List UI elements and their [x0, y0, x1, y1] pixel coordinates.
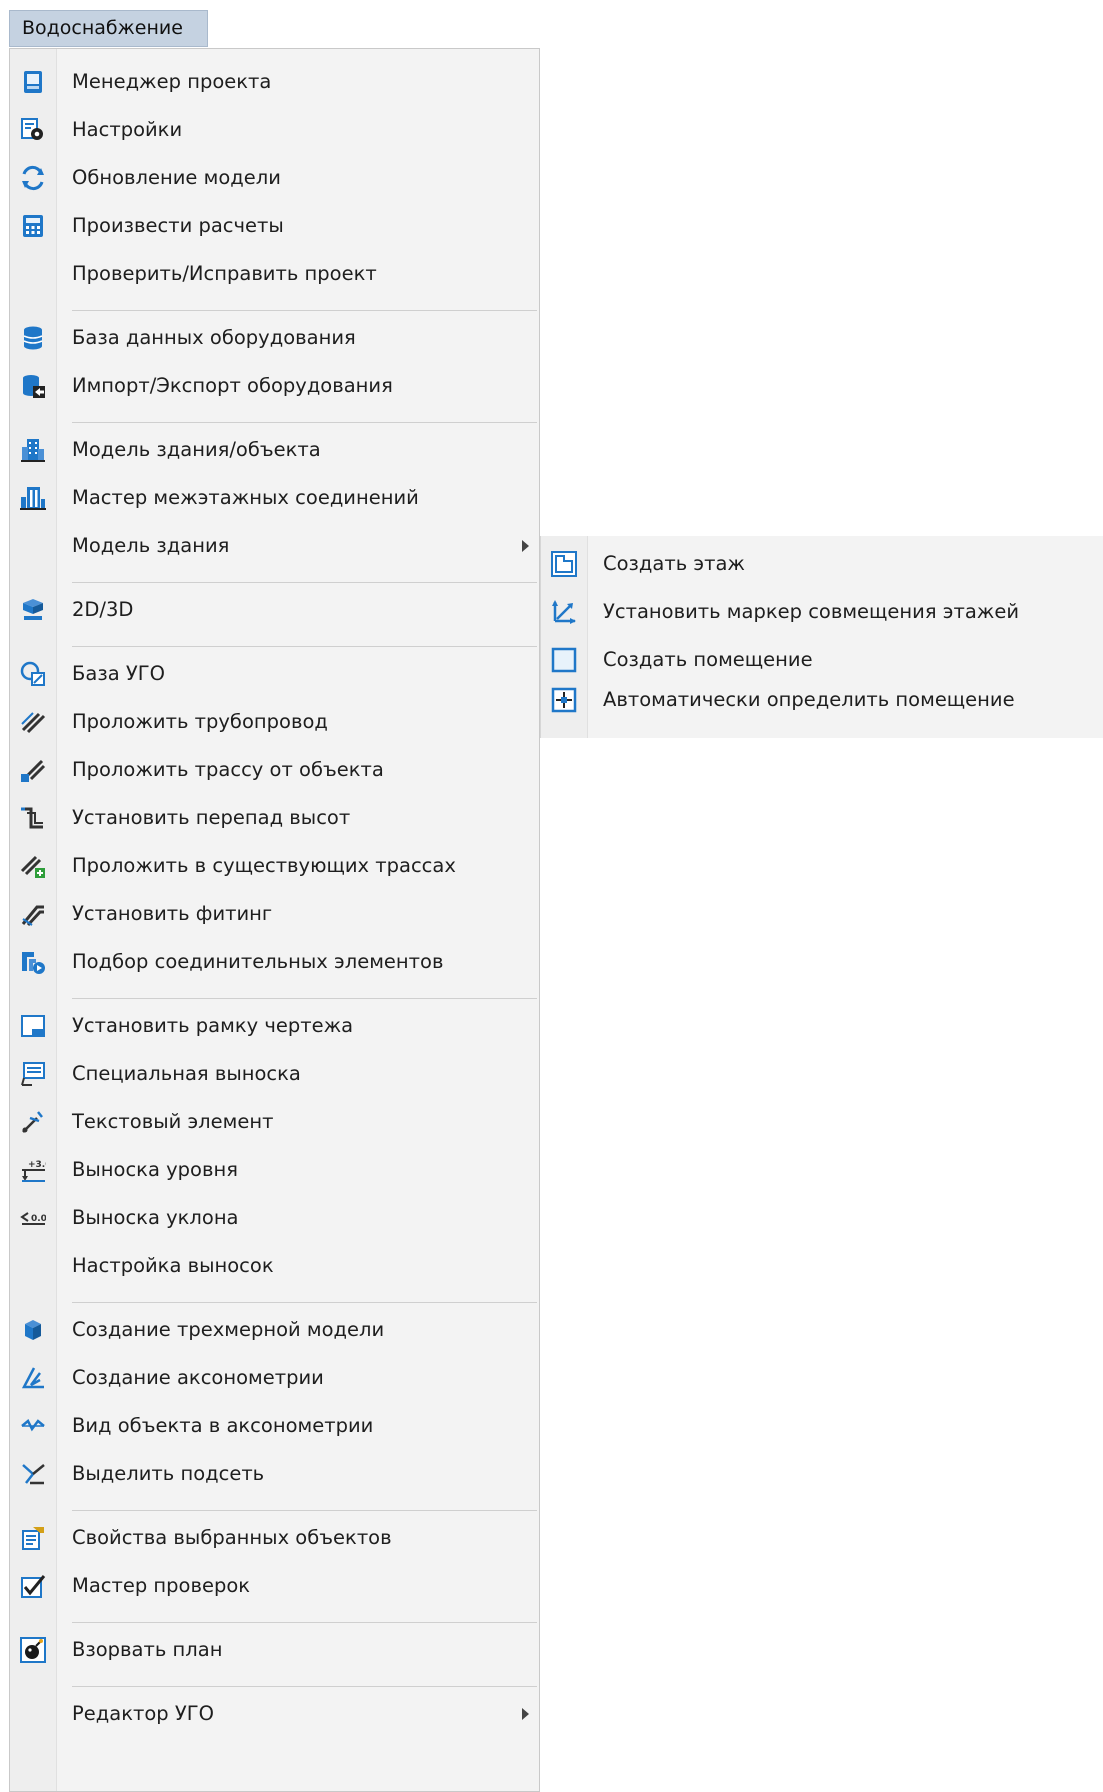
- calculator-icon: [20, 213, 46, 239]
- route-existing-icon: [20, 853, 46, 879]
- menu-item-symbol-library[interactable]: База УГО: [10, 650, 539, 698]
- menu-item-equipment-database[interactable]: База данных оборудования: [10, 314, 539, 362]
- axonometry-icon: [20, 1365, 46, 1391]
- menu-item-callout-settings[interactable]: Настройка выносок: [10, 1242, 539, 1290]
- interfloor-connections-icon: [20, 485, 46, 511]
- fitting-icon: [20, 901, 46, 927]
- route-from-object-icon: [20, 757, 46, 783]
- slope-callout-icon: 0.0: [20, 1205, 46, 1231]
- menu-item-interfloor-wizard[interactable]: Мастер межэтажных соединений: [10, 474, 539, 522]
- menu-item-axonometry-view[interactable]: Вид объекта в аксонометрии: [10, 1402, 539, 1450]
- auto-detect-room-icon: [551, 687, 577, 713]
- text-element-icon: [20, 1109, 46, 1135]
- 2d-3d-icon: [20, 597, 46, 623]
- model-refresh-icon: [20, 165, 46, 191]
- svg-text:+3.0: +3.0: [28, 1160, 46, 1170]
- database-icon: [20, 325, 46, 351]
- menu-item-text-element[interactable]: Текстовый элемент: [10, 1098, 539, 1146]
- menu-item-settings[interactable]: Настройки: [10, 106, 539, 154]
- menu-separator: [72, 646, 537, 647]
- menu-item-calculations[interactable]: Произвести расчеты: [10, 202, 539, 250]
- menu-item-slope-callout[interactable]: 0.0 Выноска уклона: [10, 1194, 539, 1242]
- menu-item-height-drop[interactable]: Установить перепад высот: [10, 794, 539, 842]
- level-callout-icon: +3.0: [20, 1157, 46, 1183]
- menu-item-route-from-object[interactable]: Проложить трассу от объекта: [10, 746, 539, 794]
- menu-item-object-properties[interactable]: Свойства выбранных объектов: [10, 1514, 539, 1562]
- menu-item-equipment-import-export[interactable]: Импорт/Экспорт оборудования: [10, 362, 539, 410]
- menu-item-building-object-model[interactable]: Модель здания/объекта: [10, 426, 539, 474]
- 3d-model-icon: [20, 1317, 46, 1343]
- menu-item-level-callout[interactable]: +3.0 Выноска уровня: [10, 1146, 539, 1194]
- database-import-export-icon: [20, 373, 46, 399]
- menu-item-check-fix-project[interactable]: Проверить/Исправить проект: [10, 250, 539, 298]
- menu-item-building-model-submenu[interactable]: Модель здания: [10, 522, 539, 570]
- menu-item-connectors-selection[interactable]: Подбор соединительных элементов: [10, 938, 539, 986]
- submenu-item-floor-align-marker[interactable]: Установить маркер совмещения этажей: [541, 588, 1103, 636]
- menu-title-water-supply[interactable]: Водоснабжение: [9, 10, 208, 47]
- create-room-icon: [551, 647, 577, 673]
- project-manager-icon: [20, 69, 46, 95]
- menu-item-route-in-existing[interactable]: Проложить в существующих трассах: [10, 842, 539, 890]
- menu-item-special-callout[interactable]: Специальная выноска: [10, 1050, 539, 1098]
- menu-item-drawing-frame[interactable]: Установить рамку чертежа: [10, 1002, 539, 1050]
- pipeline-icon: [20, 709, 46, 735]
- submenu-item-create-floor[interactable]: Создать этаж: [541, 540, 1103, 588]
- menu-separator: [72, 310, 537, 311]
- settings-icon: [20, 117, 46, 143]
- submenu-arrow-icon: [522, 540, 529, 552]
- axonometry-view-icon: [20, 1413, 46, 1439]
- building-model-submenu: Создать этаж Установить маркер совмещени…: [540, 536, 1103, 738]
- menu-item-create-3d-model[interactable]: Создание трехмерной модели: [10, 1306, 539, 1354]
- floor-align-marker-icon: [551, 599, 577, 625]
- bomb-icon: [20, 1637, 46, 1663]
- menu-separator: [72, 422, 537, 423]
- drawing-frame-icon: [20, 1013, 46, 1039]
- submenu-arrow-icon: [522, 1708, 529, 1720]
- menu-separator: [72, 1510, 537, 1511]
- object-properties-icon: [20, 1525, 46, 1551]
- building-model-icon: [20, 437, 46, 463]
- menu-item-lay-pipeline[interactable]: Проложить трубопровод: [10, 698, 539, 746]
- svg-text:0.0: 0.0: [31, 1214, 46, 1224]
- connectors-selection-icon: [20, 949, 46, 975]
- menu-item-create-axonometry[interactable]: Создание аксонометрии: [10, 1354, 539, 1402]
- checkbox-icon: [20, 1573, 46, 1599]
- menu-item-project-manager[interactable]: Менеджер проекта: [10, 58, 539, 106]
- menu-item-explode-plan[interactable]: Взорвать план: [10, 1626, 539, 1674]
- menu-item-select-subnet[interactable]: Выделить подсеть: [10, 1450, 539, 1498]
- menu-item-model-refresh[interactable]: Обновление модели: [10, 154, 539, 202]
- menu-item-check-wizard[interactable]: Мастер проверок: [10, 1562, 539, 1610]
- menu-separator: [72, 1302, 537, 1303]
- menu-separator: [72, 998, 537, 999]
- menu-item-symbol-editor-submenu[interactable]: Редактор УГО: [10, 1690, 539, 1738]
- menu-separator: [72, 582, 537, 583]
- menu-item-2d-3d[interactable]: 2D/3D: [10, 586, 539, 634]
- menu-item-install-fitting[interactable]: Установить фитинг: [10, 890, 539, 938]
- menu-separator: [72, 1686, 537, 1687]
- special-callout-icon: [20, 1061, 46, 1087]
- height-drop-icon: [20, 805, 46, 831]
- create-floor-icon: [551, 551, 577, 577]
- subnet-select-icon: [20, 1461, 46, 1487]
- main-dropdown-menu: Менеджер проекта Настройки Обновление мо…: [9, 48, 540, 1792]
- symbol-library-icon: [20, 661, 46, 687]
- submenu-item-auto-detect-room[interactable]: Автоматически определить помещение: [541, 676, 1103, 724]
- menu-separator: [72, 1622, 537, 1623]
